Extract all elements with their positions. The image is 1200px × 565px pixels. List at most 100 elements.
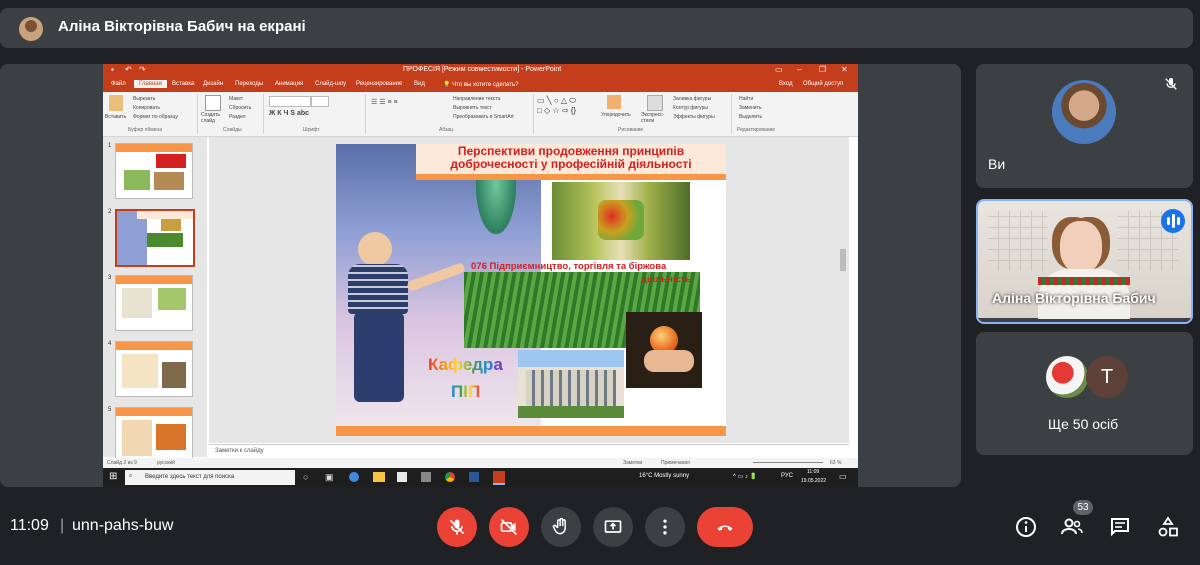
leave-call-button[interactable] [697, 507, 753, 547]
notes-toggle[interactable]: Заметки [623, 460, 642, 466]
tell-me-box[interactable]: 💡 Что вы хотите сделать? [443, 81, 518, 88]
raise-hand-button[interactable] [541, 507, 581, 547]
activities-button[interactable] [1156, 515, 1180, 539]
weather-widget[interactable]: 16°C Mostly sunny [639, 473, 689, 479]
slide-thumbnail-2[interactable] [115, 209, 195, 267]
slide-thumbnail-1[interactable] [115, 143, 193, 199]
format-painter-button[interactable]: Формат по образцу [133, 114, 178, 120]
speaker-tile[interactable]: Аліна Вікторівна Бабич [976, 199, 1193, 324]
shape-outline-button[interactable]: Контур фигуры [673, 105, 708, 111]
taskbar-search[interactable]: ⌕ Введите здесь текст для поиска [125, 470, 295, 485]
store-icon[interactable] [397, 472, 407, 482]
shapes-gallery-icon[interactable]: ▭ ╲ ○ △ ⬭ □ ◇ ☆ ⇨ {} [537, 96, 576, 115]
tab-animations[interactable]: Анимация [275, 81, 303, 87]
zoom-slider[interactable] [753, 462, 823, 463]
slide-subtitle-line2: діяльність [641, 274, 692, 285]
meeting-code[interactable]: unn-pahs-buw [72, 517, 173, 535]
screen-share-area: ▪ ↶ ↷ ПРОФЕСІЯ [Режим совместимости] - P… [0, 64, 961, 487]
tab-slideshow[interactable]: Слайд-шоу [315, 81, 346, 87]
slide-thumbnail-4[interactable] [115, 341, 193, 397]
replace-button[interactable]: Заменить [739, 105, 761, 111]
cortana-icon[interactable]: ○ [303, 472, 308, 482]
layout-button[interactable]: Макет [229, 96, 243, 102]
windows-start-icon[interactable]: ⊞ [109, 471, 117, 482]
tab-view[interactable]: Вид [414, 81, 425, 87]
share-button[interactable]: Общий доступ [803, 81, 843, 87]
shape-fill-button[interactable]: Заливка фигуры [673, 96, 711, 102]
tab-transitions[interactable]: Переходы [235, 81, 263, 87]
smartart-button[interactable]: Преобразовать в SmartArt [453, 114, 514, 120]
word-icon[interactable] [469, 472, 479, 482]
chrome-icon[interactable] [445, 472, 455, 482]
others-tile[interactable]: T Ще 50 осіб [976, 332, 1193, 455]
presenter-banner-text: Аліна Вікторівна Бабич на екрані [58, 18, 306, 35]
maximize-icon[interactable]: ❐ [819, 65, 826, 74]
edge-icon[interactable] [349, 472, 359, 482]
section-button[interactable]: Раздел [229, 114, 246, 120]
arrange-icon[interactable] [607, 95, 621, 109]
people-button[interactable] [1060, 515, 1084, 539]
present-screen-button[interactable] [593, 507, 633, 547]
new-slide-icon[interactable] [205, 95, 221, 111]
tab-design[interactable]: Дизайн [203, 81, 223, 87]
current-slide[interactable]: Перспективи продовження принципів доброч… [336, 144, 726, 436]
text-direction-button[interactable]: Направление текста [453, 96, 500, 102]
view-buttons[interactable] [703, 460, 743, 466]
cut-button[interactable]: Вырезать [133, 96, 155, 102]
mail-icon[interactable] [421, 472, 431, 482]
arrange-button[interactable]: Упорядочить [601, 112, 631, 118]
ribbon-options-icon[interactable]: ▭ [775, 65, 783, 74]
self-tile[interactable]: Ви [976, 64, 1193, 188]
quick-styles-icon[interactable] [647, 95, 663, 111]
present-icon [604, 520, 622, 533]
slide-thumbnail-5[interactable] [115, 407, 193, 463]
sign-in-link[interactable]: Вход [779, 81, 793, 87]
zoom-level[interactable]: 63 % [830, 460, 841, 466]
group-slides: Слайды [223, 127, 242, 133]
tab-review[interactable]: Рецензирование [356, 81, 402, 87]
notifications-icon[interactable]: ▭ [839, 472, 847, 481]
close-icon[interactable]: ✕ [841, 65, 848, 74]
align-text-button[interactable]: Выровнять текст [453, 105, 492, 111]
slide-bottom-bar [336, 426, 726, 436]
language-status: русский [157, 460, 175, 466]
paste-icon[interactable] [109, 95, 123, 111]
shape-effects-button[interactable]: Эффекты фигуры [673, 114, 715, 120]
task-view-icon[interactable]: ▣ [325, 472, 334, 483]
meeting-details-button[interactable] [1014, 515, 1038, 539]
tab-home[interactable]: Главная [134, 80, 167, 88]
child-overalls [354, 312, 404, 402]
microphone-button[interactable] [437, 507, 477, 547]
camera-button[interactable] [489, 507, 529, 547]
powerpoint-taskbar-icon[interactable] [493, 471, 505, 485]
tab-insert[interactable]: Вставка [172, 81, 194, 87]
minimize-icon[interactable]: – [797, 65, 801, 74]
redo-icon[interactable]: ↷ [139, 65, 146, 74]
canvas-scrollbar[interactable] [840, 249, 846, 271]
copy-button[interactable]: Копировать [133, 105, 160, 111]
people-count-badge: 53 [1073, 500, 1093, 515]
bold-icon[interactable]: Ж К Ч S abc [269, 110, 309, 117]
font-name-field[interactable] [269, 96, 311, 107]
slide-thumbnail-3[interactable] [115, 275, 193, 331]
tab-file[interactable]: Файл [111, 81, 126, 87]
new-slide-button[interactable]: Создать слайд [201, 112, 225, 124]
find-button[interactable]: Найти [739, 96, 753, 102]
reset-button[interactable]: Сбросить [229, 105, 251, 111]
font-size-field[interactable] [311, 96, 329, 107]
save-icon[interactable]: ▪ [111, 65, 114, 74]
notes-pane[interactable]: Заметки к слайду [209, 444, 849, 459]
quick-styles-button[interactable]: Экспресс-стили [641, 112, 671, 124]
tray-icons[interactable]: ^ ▭ ♪ 🔋 [733, 473, 757, 480]
undo-icon[interactable]: ↶ [125, 65, 132, 74]
more-options-button[interactable] [645, 507, 685, 547]
select-button[interactable]: Выделить [739, 114, 762, 120]
windows-taskbar: ⊞ ⌕ Введите здесь текст для поиска ○ ▣ 1… [103, 468, 858, 487]
chat-button[interactable] [1108, 515, 1132, 539]
comments-toggle[interactable]: Примечания [661, 460, 690, 466]
input-language[interactable]: РУС [781, 473, 793, 479]
paste-button[interactable]: Вставить [105, 114, 126, 120]
list-icon[interactable]: ☰ ☰ ≡ ≡ [371, 98, 398, 106]
file-explorer-icon[interactable] [373, 472, 385, 482]
university-building-photo [518, 350, 624, 418]
